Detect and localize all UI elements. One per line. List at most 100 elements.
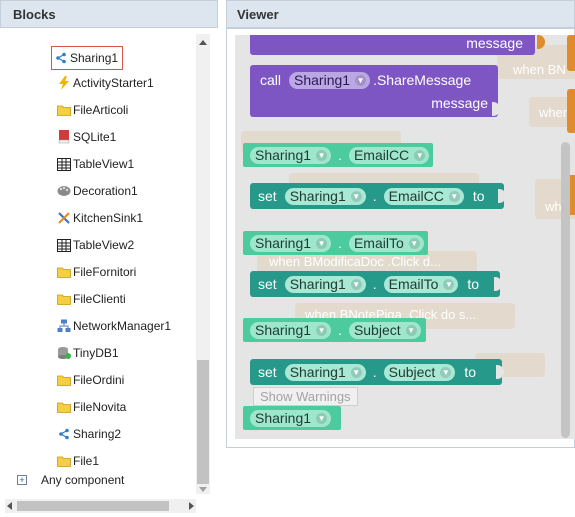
component-dropdown[interactable]: Sharing1 ▼: [250, 321, 332, 339]
ghost-orange-block: [567, 89, 575, 133]
property-dropdown[interactable]: EmailTo ▼: [348, 234, 424, 252]
tree-item-filefornitori[interactable]: FileFornitori: [57, 261, 136, 283]
to-keyword: to: [464, 364, 477, 380]
blocks-panel: Blocks Sharing1 ActivityStarter1 FileArt…: [0, 0, 219, 517]
tree-item-any-component[interactable]: + Any component: [17, 473, 124, 487]
dot-separator: .: [372, 188, 377, 204]
dropdown-value: Sharing1: [294, 72, 351, 88]
scroll-left-arrow-icon[interactable]: [7, 502, 12, 510]
share-icon: [54, 51, 68, 65]
tree-item-tinydb1[interactable]: TinyDB1: [57, 342, 119, 364]
chevron-down-icon: ▼: [355, 74, 367, 86]
component-dropdown[interactable]: Sharing1 ▼: [289, 71, 371, 89]
tree-item-activitystarter1[interactable]: ActivityStarter1: [57, 72, 154, 94]
tree-item-fileordini[interactable]: FileOrdini: [57, 369, 124, 391]
tree-horizontal-scrollbar[interactable]: [5, 499, 196, 513]
folder-icon: [57, 400, 71, 414]
tree-item-kitchensink1[interactable]: KitchenSink1: [57, 207, 143, 229]
tree-item-label: KitchenSink1: [73, 211, 144, 225]
tree-item-filearticoli[interactable]: FileArticoli: [57, 99, 128, 121]
scroll-up-arrow-icon[interactable]: [199, 40, 207, 45]
setter-emailto-block[interactable]: set Sharing1 ▼ . EmailTo ▼ to: [250, 271, 500, 297]
tree-item-label: ActivityStarter1: [73, 76, 154, 90]
component-dropdown[interactable]: Sharing1 ▼: [284, 187, 366, 205]
component-dropdown[interactable]: Sharing1 ▼: [250, 234, 332, 252]
to-keyword: to: [467, 276, 480, 292]
tree-item-sqlite1[interactable]: SQLite1: [57, 126, 116, 148]
tree-item-label: FileFornitori: [73, 265, 137, 279]
tree-item-label: FileClienti: [73, 292, 126, 306]
component-dropdown[interactable]: Sharing1 ▼: [284, 275, 366, 293]
property-dropdown[interactable]: Subject ▼: [383, 363, 456, 381]
setter-emailcc-block[interactable]: set Sharing1 ▼ . EmailCC ▼ to: [250, 183, 504, 209]
folder-icon: [57, 373, 71, 387]
tree-item-decoration1[interactable]: Decoration1: [57, 180, 138, 202]
tree-item-label: Sharing1: [70, 51, 119, 65]
component-dropdown[interactable]: Sharing1 ▼: [284, 363, 366, 381]
dropdown-value: Subject: [353, 322, 401, 338]
blocks-workspace[interactable]: when BN when whe when BModificaDoc .Clic…: [235, 35, 575, 439]
chevron-down-icon: ▼: [316, 324, 328, 336]
method-name: .ShareMessage: [373, 72, 472, 88]
tree-vertical-scrollbar[interactable]: [196, 34, 210, 494]
tree-item-networkmanager1[interactable]: NetworkManager1: [57, 315, 171, 337]
property-dropdown[interactable]: Subject ▼: [348, 321, 421, 339]
tree-item-fileclienti[interactable]: FileClienti: [57, 288, 126, 310]
getter-subject-block[interactable]: Sharing1 ▼ . Subject ▼: [243, 318, 426, 342]
property-dropdown[interactable]: EmailCC ▼: [348, 146, 430, 164]
tree-item-tableview1[interactable]: TableView1: [57, 153, 134, 175]
dropdown-value: Sharing1: [255, 235, 312, 251]
tree-item-label: File1: [73, 454, 100, 468]
socket-connector: [498, 189, 506, 203]
chevron-down-icon: ▼: [405, 324, 417, 336]
dropdown-value: EmailCC: [388, 188, 444, 204]
call-sharemessage-block[interactable]: call Sharing1 ▼ .ShareMessage message: [250, 65, 498, 117]
table-icon: [57, 157, 71, 171]
sqlite-icon: [57, 130, 71, 144]
show-warnings-button[interactable]: Show Warnings: [253, 387, 358, 406]
set-keyword: set: [258, 276, 277, 292]
call-keyword: call: [260, 72, 282, 88]
scroll-right-arrow-icon[interactable]: [189, 502, 194, 510]
folder-icon: [57, 265, 71, 279]
workspace-vertical-scrollbar[interactable]: [561, 142, 570, 438]
tree-item-label: FileArticoli: [73, 103, 129, 117]
tree-item-label: FileOrdini: [73, 373, 125, 387]
tree-item-sharing1[interactable]: Sharing1: [51, 46, 124, 70]
tree-item-label: Sharing2: [73, 427, 122, 441]
expand-icon[interactable]: +: [17, 475, 27, 485]
folder-icon: [57, 454, 71, 468]
tree-item-label: Decoration1: [73, 184, 138, 198]
tree-item-label: SQLite1: [73, 130, 117, 144]
tree-item-sharing2[interactable]: Sharing2: [57, 423, 121, 445]
component-dropdown[interactable]: Sharing1 ▼: [250, 146, 332, 164]
getter-emailto-block[interactable]: Sharing1 ▼ . EmailTo ▼: [243, 231, 428, 255]
chevron-down-icon: ▼: [350, 278, 362, 290]
dot-separator: .: [338, 147, 342, 163]
call-block-fragment[interactable]: message: [250, 35, 535, 55]
scrollbar-thumb[interactable]: [197, 360, 209, 484]
property-dropdown[interactable]: EmailTo ▼: [383, 275, 459, 293]
to-keyword: to: [472, 188, 485, 204]
viewer-title: Viewer: [237, 7, 279, 22]
property-dropdown[interactable]: EmailCC ▼: [383, 187, 464, 205]
network-icon: [57, 319, 71, 333]
setter-subject-block[interactable]: set Sharing1 ▼ . Subject ▼ to: [250, 359, 502, 385]
component-dropdown[interactable]: Sharing1 ▼: [250, 409, 332, 427]
scrollbar-thumb[interactable]: [17, 501, 169, 511]
tree-item-tableview2[interactable]: TableView2: [57, 234, 134, 256]
chevron-down-icon: ▼: [316, 149, 328, 161]
message-label: message: [466, 35, 523, 51]
tree-item-label: TableView2: [73, 238, 135, 252]
tree-item-filenovita[interactable]: FileNovita: [57, 396, 126, 418]
chevron-down-icon: ▼: [316, 412, 328, 424]
getter-emailcc-block[interactable]: Sharing1 ▼ . EmailCC ▼: [243, 143, 433, 167]
socket-connector: [494, 277, 502, 291]
scroll-down-arrow-icon[interactable]: [199, 487, 207, 492]
getter-sharing1-block[interactable]: Sharing1 ▼: [243, 406, 341, 430]
any-component-label: Any component: [41, 473, 125, 487]
dropdown-value: Subject: [388, 364, 436, 380]
tree-item-label: NetworkManager1: [73, 319, 172, 333]
tree-item-file1[interactable]: File1: [57, 450, 99, 472]
ghost-orange-block: [567, 35, 575, 71]
